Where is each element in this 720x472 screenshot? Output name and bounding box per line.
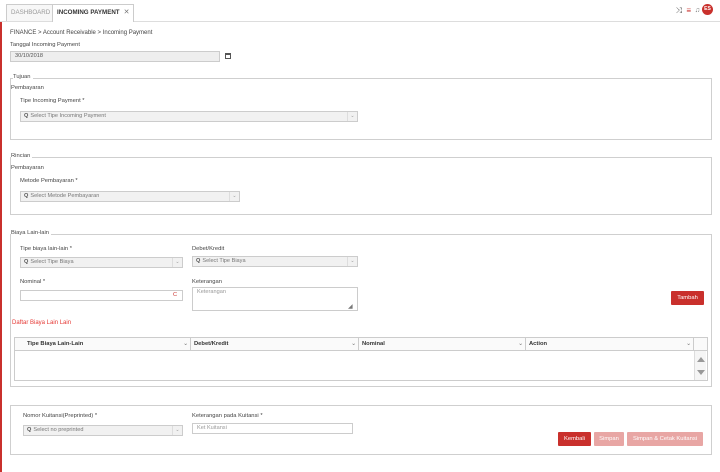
list-icon[interactable]: ≡ — [686, 6, 691, 16]
debet-kredit-select[interactable]: Q Select Tipe Biaya ⌄ — [192, 256, 358, 267]
column-header-debet-kredit[interactable]: Debet/Kredit ⌄ — [191, 338, 359, 350]
ket-kuitansi-label: Keterangan pada Kuitansi * — [192, 413, 263, 419]
search-icon: Q — [24, 193, 29, 199]
nominal-input[interactable]: C — [20, 290, 183, 301]
metode-placeholder: Select Metode Pembayaran — [30, 193, 100, 199]
nomor-kuitansi-label: Nomor Kuitansi(Preprinted) * — [23, 413, 98, 419]
avatar[interactable]: ES — [702, 4, 713, 15]
tipe-biaya-placeholder: Select Tipe Biaya — [30, 259, 74, 265]
daftar-biaya-title: Daftar Biaya Lain Lain — [12, 320, 72, 326]
chevron-down-icon: ⌄ — [229, 192, 239, 201]
tab-label: DASHBOARD — [11, 9, 51, 16]
chevron-down-icon: ⌄ — [347, 257, 357, 266]
column-header-nominal[interactable]: Nominal ⌄ — [359, 338, 526, 350]
rincian-legend: Rincian — [11, 153, 33, 159]
scroll-down-icon[interactable] — [697, 370, 705, 375]
rincian-pembayaran-section — [10, 157, 712, 215]
tab-label: INCOMING PAYMENT — [57, 9, 120, 16]
debet-kredit-label: Debet/Kredit — [192, 246, 225, 252]
tab-dashboard[interactable]: DASHBOARD — [6, 4, 56, 21]
chevron-down-icon: ⌄ — [172, 426, 182, 435]
resize-handle-icon[interactable]: ◢ — [348, 303, 353, 310]
calendar-icon[interactable] — [225, 53, 231, 59]
sort-icon: ⌄ — [183, 341, 188, 347]
column-header-label: Action — [529, 341, 548, 347]
debet-kredit-placeholder: Select Tipe Biaya — [202, 258, 246, 264]
tanggal-input[interactable]: 30/10/2018 — [10, 51, 220, 62]
simpan-button[interactable]: Simpan — [594, 432, 624, 446]
tanggal-label: Tanggal Incoming Payment — [10, 42, 80, 48]
search-icon: Q — [24, 259, 29, 265]
scroll-up-icon[interactable] — [697, 357, 705, 362]
tujuan-pembayaran-section — [10, 78, 712, 140]
keterangan-label: Keterangan — [192, 279, 222, 285]
column-header-tipe-biaya[interactable]: Tipe Biaya Lain-Lain ⌄ — [24, 338, 191, 350]
chevron-down-icon: ⌄ — [172, 258, 182, 267]
search-icon: Q — [24, 113, 29, 119]
currency-icon: C — [172, 292, 177, 298]
sort-icon: ⌄ — [351, 341, 356, 347]
nomor-kuitansi-select[interactable]: Q Select no preprinted ⌄ — [23, 425, 183, 436]
table-scrollbar[interactable] — [694, 351, 706, 380]
left-accent-bar — [0, 0, 2, 472]
sort-icon: ⌄ — [686, 341, 691, 347]
tambah-button[interactable]: Tambah — [671, 291, 704, 305]
tipe-biaya-select[interactable]: Q Select Tipe Biaya ⌄ — [20, 257, 183, 268]
close-icon[interactable]: ✕ — [124, 9, 130, 16]
tujuan-legend: Tujuan — [13, 74, 33, 80]
nomor-kuitansi-placeholder: Select no preprinted — [33, 427, 84, 433]
nominal-label: Nominal * — [20, 279, 46, 285]
tab-incoming-payment[interactable]: INCOMING PAYMENT ✕ — [52, 4, 135, 22]
metode-select[interactable]: Q Select Metode Pembayaran ⌄ — [20, 191, 240, 202]
tipe-incoming-select[interactable]: Q Select Tipe Incoming Payment ⌄ — [20, 111, 358, 122]
rincian-legend-2: Pembayaran — [11, 165, 44, 171]
shuffle-icon[interactable]: ⤨ — [676, 6, 682, 16]
search-icon: Q — [196, 258, 201, 264]
breadcrumb: FINANCE > Account Receivable > Incoming … — [10, 30, 153, 36]
keterangan-textarea[interactable]: Keterangan — [192, 287, 358, 311]
kembali-button[interactable]: Kembali — [558, 432, 591, 446]
tipe-biaya-label: Tipe biaya lain-lain * — [20, 246, 72, 252]
chevron-down-icon: ⌄ — [347, 112, 357, 121]
sort-icon: ⌄ — [518, 341, 523, 347]
ket-kuitansi-input[interactable]: Ket Kuitansi — [192, 423, 353, 434]
tipe-incoming-placeholder: Select Tipe Incoming Payment — [30, 113, 106, 119]
simpan-cetak-button[interactable]: Simpan & Cetak Kuitansi — [627, 432, 703, 446]
bell-icon[interactable]: ♫ — [695, 6, 700, 16]
column-header-label: Tipe Biaya Lain-Lain — [27, 341, 84, 347]
tujuan-legend-2: Pembayaran — [11, 85, 44, 91]
column-header-action[interactable]: Action ⌄ — [526, 338, 694, 350]
metode-label: Metode Pembayaran * — [20, 178, 78, 184]
column-header-label: Nominal — [362, 341, 385, 347]
tipe-incoming-label: Tipe Incoming Payment * — [20, 98, 85, 104]
biaya-legend: Biaya Lain-lain — [11, 230, 52, 236]
column-header-label: Debet/Kredit — [194, 341, 229, 347]
tab-bar: DASHBOARD INCOMING PAYMENT ✕ ⤨ ≡ ♫ ES — [0, 0, 720, 22]
search-icon: Q — [27, 427, 32, 433]
